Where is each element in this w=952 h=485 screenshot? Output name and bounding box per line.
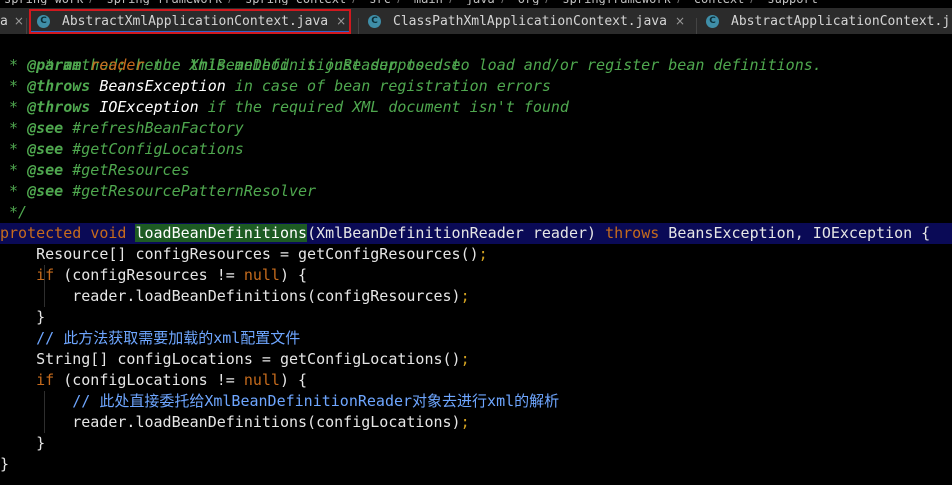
breadcrumb-item[interactable]: spring-context: [241, 0, 350, 5]
code-line: Resource[] configResources = getConfigRe…: [0, 245, 488, 263]
breadcrumb-separator: [750, 0, 762, 3]
code-line: String[] configLocations = getConfigLoca…: [0, 350, 470, 368]
tab-divider: [358, 18, 359, 34]
breadcrumb-item[interactable]: springframework: [558, 0, 674, 5]
breadcrumb-separator: [545, 0, 557, 3]
breadcrumb-item[interactable]: support: [763, 0, 822, 5]
java-class-icon: C: [37, 14, 50, 28]
code-line: if (configLocations != null) {: [36, 371, 308, 389]
tab-label: a: [0, 13, 8, 29]
tab-partial-left[interactable]: a ×: [0, 8, 24, 34]
code-line: * @param reader the XmlBeanDefinitionRea…: [0, 56, 461, 74]
code-line: reader.loadBeanDefinitions(configLocatio…: [0, 413, 470, 431]
tab-label: AbstractXmlApplicationContext.java: [62, 13, 329, 29]
breadcrumb-separator: [352, 0, 364, 3]
breadcrumb-separator: [228, 0, 239, 3]
code-line: * @see #refreshBeanFactory: [0, 119, 244, 137]
breadcrumb-item[interactable]: src: [365, 0, 395, 5]
java-class-icon: C: [368, 14, 381, 28]
breadcrumb-item[interactable]: context: [690, 0, 749, 5]
tab-divider: [696, 18, 697, 34]
tab-abstract-application-context[interactable]: C AbstractApplicationContext.j: [706, 8, 950, 34]
tab-divider: [26, 18, 27, 34]
code-line: // 此处直接委托给XmlBeanDefinitionReader对象去进行xm…: [0, 392, 560, 410]
tab-label: ClassPathXmlApplicationContext.java: [393, 13, 667, 29]
breadcrumb-item[interactable]: org: [514, 0, 544, 5]
breadcrumb-separator: [89, 0, 101, 3]
close-icon[interactable]: ×: [14, 14, 24, 28]
code-line: }: [36, 434, 46, 452]
code-line: */: [0, 203, 28, 221]
breadcrumb-separator: [676, 0, 688, 3]
breadcrumb-separator: [397, 0, 408, 3]
code-line: * @throws IOException if the required XM…: [0, 98, 569, 116]
code-line: }: [36, 308, 46, 326]
breadcrumb-item[interactable]: spring-framework: [102, 0, 226, 5]
breadcrumb: spring-work spring-framework spring-contex…: [0, 0, 952, 5]
code-line: * method; hence this method is just supp…: [36, 56, 822, 74]
code-line: if (configResources != null) {: [36, 266, 308, 284]
tab-label: AbstractApplicationContext.j: [731, 13, 951, 29]
java-class-icon: C: [706, 14, 719, 28]
breadcrumb-item[interactable]: spring-work: [0, 0, 87, 5]
code-line: }: [0, 455, 10, 473]
code-line: * @see #getResources: [0, 161, 190, 179]
breadcrumb-separator: [500, 0, 512, 3]
method-name-highlight: loadBeanDefinitions: [135, 224, 308, 242]
breadcrumb-item[interactable]: java: [462, 0, 499, 5]
code-line: // 此方法获取需要加载的xml配置文件: [0, 329, 301, 347]
code-line: reader.loadBeanDefinitions(configResourc…: [0, 287, 470, 305]
close-icon[interactable]: ×: [336, 14, 346, 28]
code-line: * @throws BeansException in case of bean…: [0, 77, 551, 95]
close-icon[interactable]: ×: [675, 14, 685, 28]
breadcrumb-separator: [449, 0, 460, 3]
code-editor[interactable]: * method; hence this method is just supp…: [0, 34, 952, 485]
code-line: * @see #getResourcePatternResolver: [0, 182, 317, 200]
tab-classpath-xml-application-context[interactable]: C ClassPathXmlApplicationContext.java ×: [368, 8, 685, 34]
method-signature-line: protected void loadBeanDefinitions(XmlBe…: [0, 223, 952, 244]
code-line: * @see #getConfigLocations: [0, 140, 244, 158]
breadcrumb-item[interactable]: main: [410, 0, 447, 5]
